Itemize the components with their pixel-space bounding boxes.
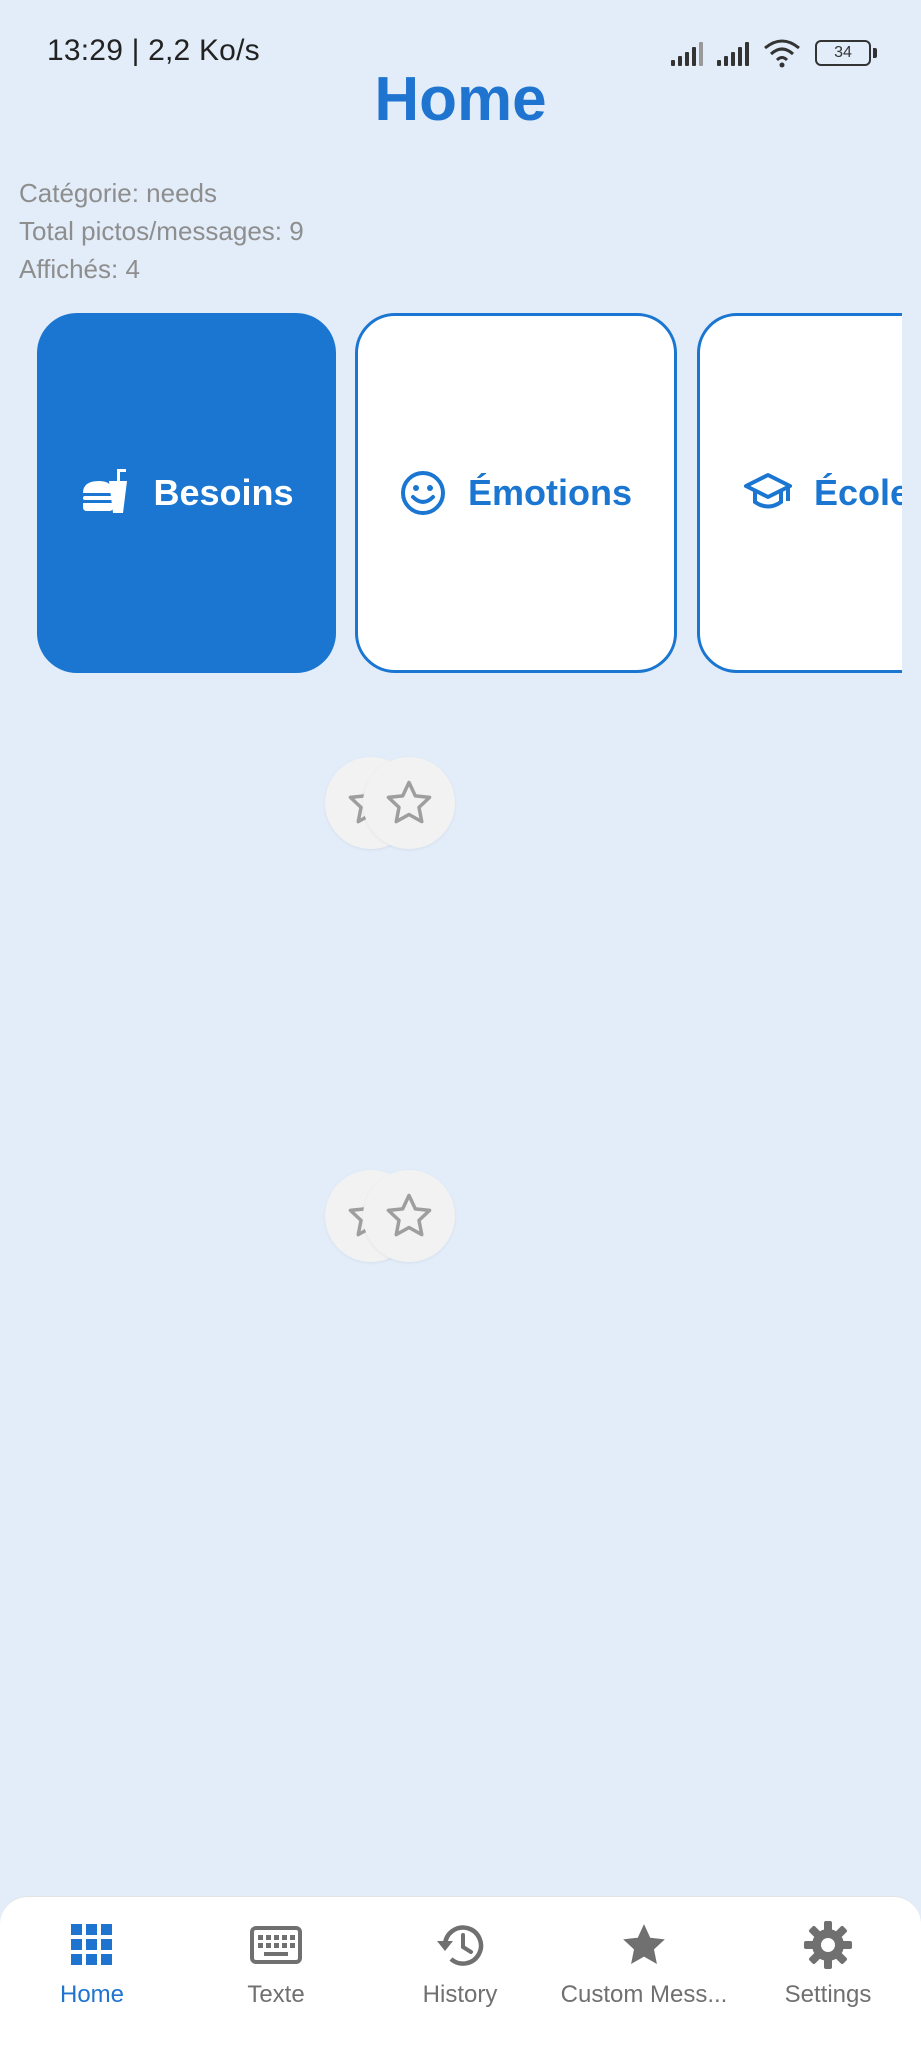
grid-icon: [71, 1924, 112, 1965]
nav-label: Settings: [784, 1981, 872, 2008]
shown-info: Affichés: 4: [19, 254, 140, 284]
category-card-emotions[interactable]: Émotions: [355, 313, 677, 673]
category-card-besoins[interactable]: Besoins: [37, 313, 336, 673]
category-info: Catégorie: needs: [19, 178, 218, 208]
category-label: Émotions: [467, 472, 632, 513]
total-info: Total pictos/messages: 9: [19, 216, 304, 246]
nav-item-settings[interactable]: Settings: [736, 1919, 920, 2009]
graduation-cap-icon: [744, 473, 792, 509]
page-title: Home: [374, 65, 547, 134]
category-carousel[interactable]: Besoins Émotions École: [0, 310, 902, 680]
category-card-ecole[interactable]: École: [697, 313, 902, 673]
category-label: École: [814, 472, 902, 513]
nav-label: History: [422, 1981, 498, 2008]
nav-label: Home: [59, 1981, 125, 2008]
nav-item-history[interactable]: History: [368, 1919, 552, 2009]
star-icon: [623, 1924, 665, 1964]
smile-icon: [400, 471, 445, 515]
nav-item-texte[interactable]: Texte: [184, 1919, 368, 2009]
food-icon: [83, 469, 128, 513]
category-label: Besoins: [153, 472, 294, 513]
nav-item-custom-messages[interactable]: Custom Mess...: [552, 1919, 736, 2009]
star-outline-icon: [386, 780, 432, 824]
favorite-button[interactable]: [363, 757, 455, 849]
star-outline-icon: [386, 1193, 432, 1237]
bottom-nav: Home Texte History Custom Mess... Settin…: [0, 1896, 921, 2048]
status-time: 13:29 | 2,2 Ko/s: [47, 34, 260, 67]
battery-icon: 34: [815, 40, 877, 66]
keyboard-icon: [250, 1926, 302, 1964]
gear-icon: [804, 1921, 852, 1969]
nav-label: Texte: [247, 1981, 305, 2008]
signal-icon: [671, 40, 703, 66]
info-panel: Catégorie: needs Total pictos/messages: …: [19, 174, 304, 288]
favorite-button[interactable]: [363, 1170, 455, 1262]
battery-level: 34: [834, 44, 852, 61]
nav-item-home[interactable]: Home: [0, 1919, 184, 2009]
signal-icon: [717, 40, 749, 66]
history-icon: [437, 1925, 484, 1966]
nav-label: Custom Mess...: [560, 1981, 728, 2008]
